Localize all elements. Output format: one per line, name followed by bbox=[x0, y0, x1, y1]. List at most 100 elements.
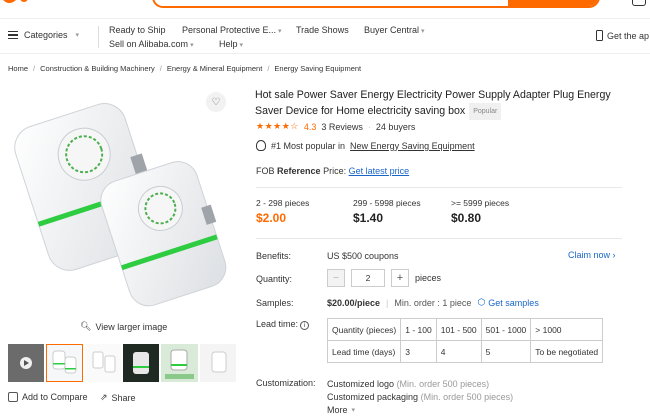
benefits-label: Benefits: bbox=[256, 251, 292, 261]
thumbnail-strip bbox=[8, 344, 236, 382]
share-icon: ⇗ bbox=[100, 392, 108, 402]
main-product-image[interactable] bbox=[8, 88, 236, 314]
tier-price: $1.40 bbox=[353, 211, 384, 225]
thumbnail-video[interactable] bbox=[8, 344, 45, 382]
categories-label: Categories bbox=[24, 30, 68, 40]
rating-stars-icon: ★★★★☆ bbox=[256, 121, 299, 131]
most-popular-prefix: #1 Most popular in bbox=[271, 140, 346, 151]
thumbnail-2[interactable] bbox=[84, 344, 122, 382]
tier-price: $0.80 bbox=[451, 211, 482, 225]
cart-icon[interactable] bbox=[632, 0, 646, 6]
product-title: Hot sale Power Saver Energy Electricity … bbox=[255, 88, 625, 120]
product-title-text: Hot sale Power Saver Energy Electricity … bbox=[255, 89, 611, 117]
tier-price: $2.00 bbox=[256, 211, 287, 225]
increment-button[interactable]: + bbox=[391, 269, 409, 287]
chevron-down-icon: ▾ bbox=[75, 32, 80, 39]
get-app-link[interactable]: Get the ap bbox=[596, 30, 649, 41]
thumbnail-5[interactable] bbox=[199, 344, 236, 382]
chevron-down-icon: ▾ bbox=[239, 42, 244, 49]
fob-price-row: FOB Reference Price: Get latest price bbox=[256, 166, 409, 176]
table-cell: 5 bbox=[480, 340, 532, 363]
quantity-stepper: − + pieces bbox=[327, 269, 441, 287]
nav-sell-on-alibaba[interactable]: Sell on Alibaba.com ▾ bbox=[109, 39, 194, 49]
claim-now-label: Claim now bbox=[568, 250, 611, 260]
phone-icon bbox=[596, 30, 603, 41]
breadcrumb-energy-mineral[interactable]: Energy & Mineral Equipment bbox=[167, 64, 262, 73]
lead-time-table: Quantity (pieces) 1 - 100 101 - 500 501 … bbox=[326, 318, 604, 363]
fob-price-label: Price: bbox=[323, 166, 347, 176]
customization-min: (Min. order 500 pieces) bbox=[396, 379, 490, 389]
breadcrumb-separator: / bbox=[267, 64, 270, 73]
sample-min-order: Min. order : 1 piece bbox=[394, 297, 472, 308]
alibaba-logo[interactable] bbox=[0, 0, 40, 8]
breadcrumb-energy-saving[interactable]: Energy Saving Equipment bbox=[274, 64, 361, 73]
info-icon[interactable]: i bbox=[300, 321, 310, 330]
fob-reference: Reference bbox=[277, 166, 321, 176]
thumbnail-1[interactable] bbox=[46, 344, 83, 382]
customization-list: Customized logo (Min. order 500 pieces) … bbox=[327, 378, 513, 417]
view-larger-image[interactable]: 🔍︎ View larger image bbox=[80, 321, 167, 332]
search-input[interactable] bbox=[152, 0, 600, 8]
top-bar bbox=[0, 0, 650, 18]
price-tier-2: 299 - 5998 pieces $1.40 bbox=[353, 198, 421, 225]
chevron-right-icon: › bbox=[612, 250, 616, 260]
divider bbox=[256, 187, 622, 188]
zoom-icon: 🔍︎ bbox=[80, 321, 92, 331]
claim-now-link[interactable]: Claim now › bbox=[568, 250, 616, 260]
compare-checkbox[interactable] bbox=[8, 392, 18, 402]
separator: | bbox=[386, 297, 389, 308]
decrement-button[interactable]: − bbox=[327, 269, 345, 287]
benefits-value: US $500 coupons bbox=[327, 251, 399, 261]
table-row: Quantity (pieces) 1 - 100 101 - 500 501 … bbox=[326, 318, 604, 341]
nav-trade-shows[interactable]: Trade Shows bbox=[296, 25, 349, 35]
breadcrumb-separator: / bbox=[33, 64, 36, 73]
get-samples-label: Get samples bbox=[488, 297, 539, 308]
quantity-unit: pieces bbox=[415, 273, 442, 283]
more-toggle[interactable]: More ▾ bbox=[327, 404, 513, 417]
table-cell: Lead time (days) bbox=[326, 340, 402, 363]
chevron-down-icon: ▾ bbox=[278, 28, 282, 35]
table-cell: 3 bbox=[400, 340, 437, 363]
quantity-input[interactable] bbox=[351, 269, 385, 287]
reviews-link[interactable]: 3 Reviews bbox=[321, 122, 363, 132]
table-row: Lead time (days) 3 4 5 To be negotiated bbox=[326, 340, 604, 363]
lead-time-label: Lead time: i bbox=[256, 319, 310, 330]
rating-value: 4.3 bbox=[303, 121, 317, 132]
price-tier-1: 2 - 298 pieces $2.00 bbox=[256, 198, 309, 225]
nav-help[interactable]: Help ▾ bbox=[219, 39, 243, 49]
customization-min: (Min. order 500 pieces) bbox=[420, 392, 514, 402]
breadcrumb: Home / Construction & Building Machinery… bbox=[8, 64, 361, 73]
breadcrumb-home[interactable]: Home bbox=[8, 64, 28, 73]
separator-dot: · bbox=[367, 121, 371, 132]
nav-buyer-central[interactable]: Buyer Central ▾ bbox=[364, 25, 425, 35]
tier-quantity: >= 5999 pieces bbox=[451, 198, 510, 208]
quantity-label: Quantity: bbox=[256, 274, 293, 284]
nav-ready-to-ship[interactable]: Ready to Ship bbox=[109, 25, 166, 35]
lead-time-text: Lead time: bbox=[256, 319, 299, 329]
chevron-down-icon: ▾ bbox=[351, 407, 356, 414]
list-item: Customized packaging (Min. order 500 pie… bbox=[327, 391, 513, 404]
share-button[interactable]: ⇗ Share bbox=[100, 392, 136, 403]
get-latest-price-link[interactable]: Get latest price bbox=[349, 166, 410, 176]
thumbnail-4[interactable] bbox=[161, 344, 198, 382]
tier-quantity: 299 - 5998 pieces bbox=[353, 198, 421, 208]
share-label: Share bbox=[111, 392, 136, 403]
table-cell: 501 - 1000 bbox=[480, 318, 532, 341]
price-tier-3: >= 5999 pieces $0.80 bbox=[451, 198, 509, 225]
table-cell: 1 - 100 bbox=[400, 318, 437, 341]
samples-label: Samples: bbox=[256, 298, 294, 308]
customization-label: Customization: bbox=[256, 378, 316, 388]
get-samples-link[interactable]: ⬡ Get samples bbox=[477, 297, 538, 308]
categories-menu[interactable]: Categories ▾ bbox=[8, 30, 79, 40]
table-cell: To be negotiated bbox=[530, 340, 604, 363]
table-cell: 101 - 500 bbox=[435, 318, 482, 341]
nav-personal-protective[interactable]: Personal Protective E... ▾ bbox=[182, 25, 282, 35]
favorite-heart-icon[interactable]: ♡ bbox=[206, 92, 226, 112]
add-to-compare-label: Add to Compare bbox=[22, 392, 88, 402]
add-to-compare[interactable]: Add to Compare bbox=[8, 392, 88, 402]
thumbnail-3[interactable] bbox=[123, 344, 160, 382]
table-cell: 4 bbox=[435, 340, 482, 363]
breadcrumb-construction[interactable]: Construction & Building Machinery bbox=[40, 64, 155, 73]
most-popular-category-link[interactable]: New Energy Saving Equipment bbox=[350, 141, 475, 151]
search-button[interactable] bbox=[508, 0, 598, 6]
